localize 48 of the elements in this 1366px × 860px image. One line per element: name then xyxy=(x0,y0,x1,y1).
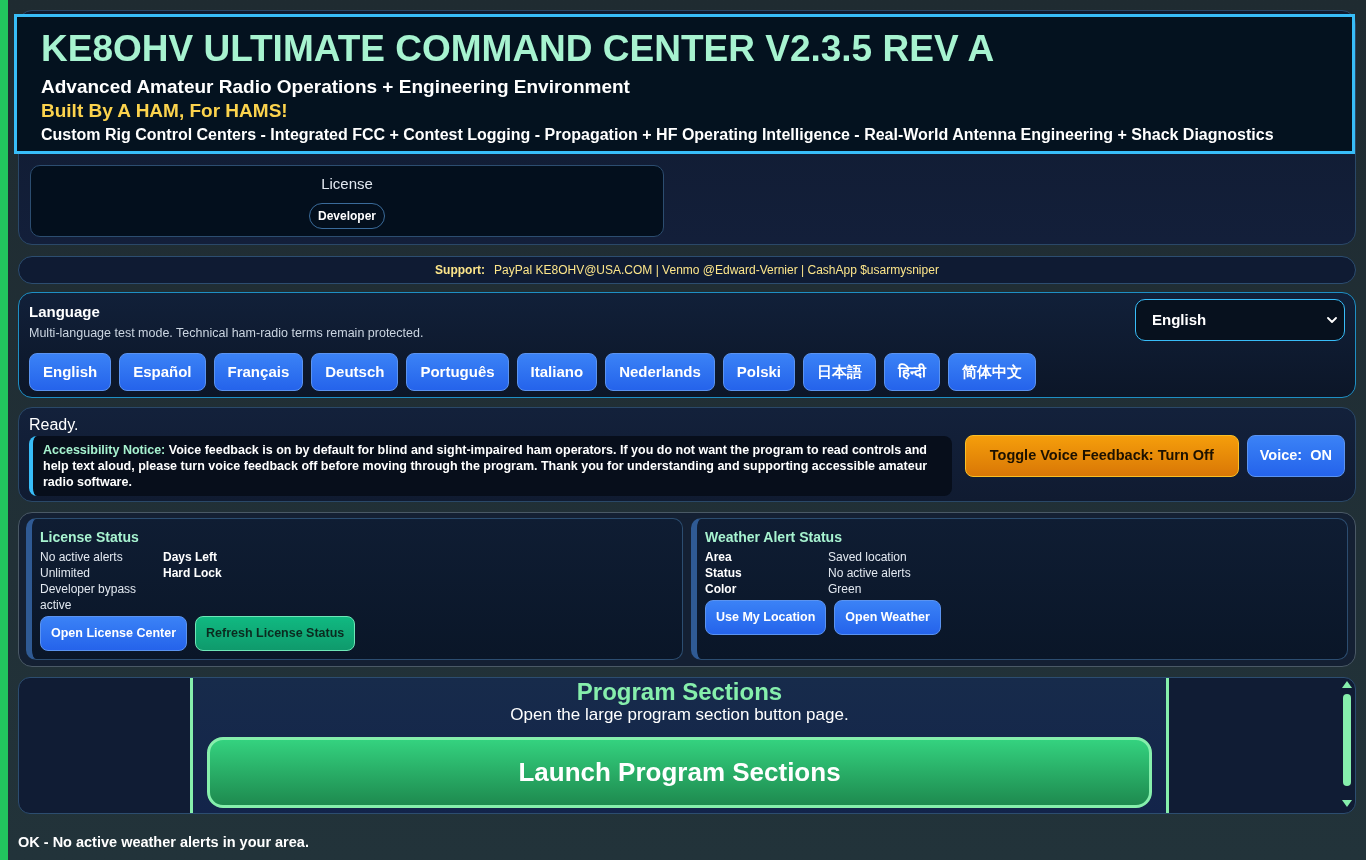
language-button[interactable]: Deutsch xyxy=(311,353,399,391)
language-button[interactable]: 简体中文 xyxy=(948,353,1036,391)
scrollbar[interactable] xyxy=(1341,681,1353,807)
weather-field-value: Green xyxy=(828,581,863,597)
language-button[interactable]: Français xyxy=(213,353,304,391)
launch-button[interactable]: Launch Program Sections xyxy=(207,737,1152,808)
status-message: Ready. xyxy=(29,415,79,435)
license-field-label: Hard Lock xyxy=(163,565,222,581)
weather-field-value: Saved location xyxy=(828,549,908,565)
sections-title: Program Sections xyxy=(576,679,783,705)
language-description: Multi-language test mode. Technical ham-radio terms remain protected. xyxy=(29,325,424,342)
language-button[interactable]: Português xyxy=(406,353,509,391)
sections-description: Open the large program section button page. xyxy=(510,705,849,725)
action-button[interactable]: Refresh License Status xyxy=(195,616,356,651)
voice-status-button[interactable]: Voice: ON xyxy=(1246,435,1345,477)
language-button[interactable]: Polski xyxy=(722,353,795,391)
weather-field-label: Color xyxy=(705,581,738,597)
chevron-down-icon xyxy=(1327,317,1337,323)
app-subtitle: Advanced Amateur Radio Operations + Engineering Environment xyxy=(41,76,630,98)
weather-field-label: Status xyxy=(705,565,743,581)
language-button[interactable]: हिन्दी xyxy=(884,353,940,391)
weather-field-label: Area xyxy=(705,549,733,565)
support-label: Support: xyxy=(435,262,486,279)
license-field-label: Days Left xyxy=(163,549,219,565)
voice-toggle-button[interactable]: Toggle Voice Feedback: Turn Off xyxy=(964,435,1239,477)
license-label: License xyxy=(321,174,373,194)
license-detail: Unlimited xyxy=(40,565,91,581)
language-button[interactable]: English xyxy=(29,353,112,391)
language-select[interactable]: English xyxy=(1135,299,1345,341)
app-title: KE8OHV ULTIMATE COMMAND CENTER V2.3.5 REV A xyxy=(41,28,995,70)
language-title: Language xyxy=(29,302,100,322)
language-button[interactable]: Nederlands xyxy=(605,353,715,391)
card-title: License Status xyxy=(40,528,139,546)
language-button[interactable]: Español xyxy=(119,353,206,391)
support-text: PayPal KE8OHV@USA.COM | Venmo @Edward-Vernier | CashApp $usarmysniper xyxy=(494,262,939,279)
weather-status-message: OK - No active weather alerts in your area. xyxy=(18,833,309,852)
app-motto: Built By A HAM, For HAMS! xyxy=(41,100,288,122)
license-detail: Developer bypass active xyxy=(40,581,138,613)
language-button[interactable]: Italiano xyxy=(516,353,598,391)
action-button[interactable]: Use My Location xyxy=(705,600,827,635)
license-detail: No active alerts xyxy=(40,549,124,565)
card-title: Weather Alert Status xyxy=(705,528,842,546)
action-button[interactable]: Open License Center xyxy=(40,616,188,651)
action-button[interactable]: Open Weather xyxy=(834,600,941,635)
app-tagline: Custom Rig Control Centers - Integrated FCC + Contest Logging - Propagation + HF Operating Intelligence - Real-World Antenna Engineering + Shack Diagnostics xyxy=(41,125,1274,145)
accessibility-notice: Accessibility Notice: Voice feedback is on by default for blind and sight-impaired ham operators. If you do not want the program to read controls and help text aloud, please turn voice feedback off before moving through the program. Thank you for understanding and supporting accessible amateur radio software. xyxy=(29,436,952,496)
language-button[interactable]: 日本語 xyxy=(803,353,876,391)
weather-field-value: No active alerts xyxy=(828,565,911,581)
